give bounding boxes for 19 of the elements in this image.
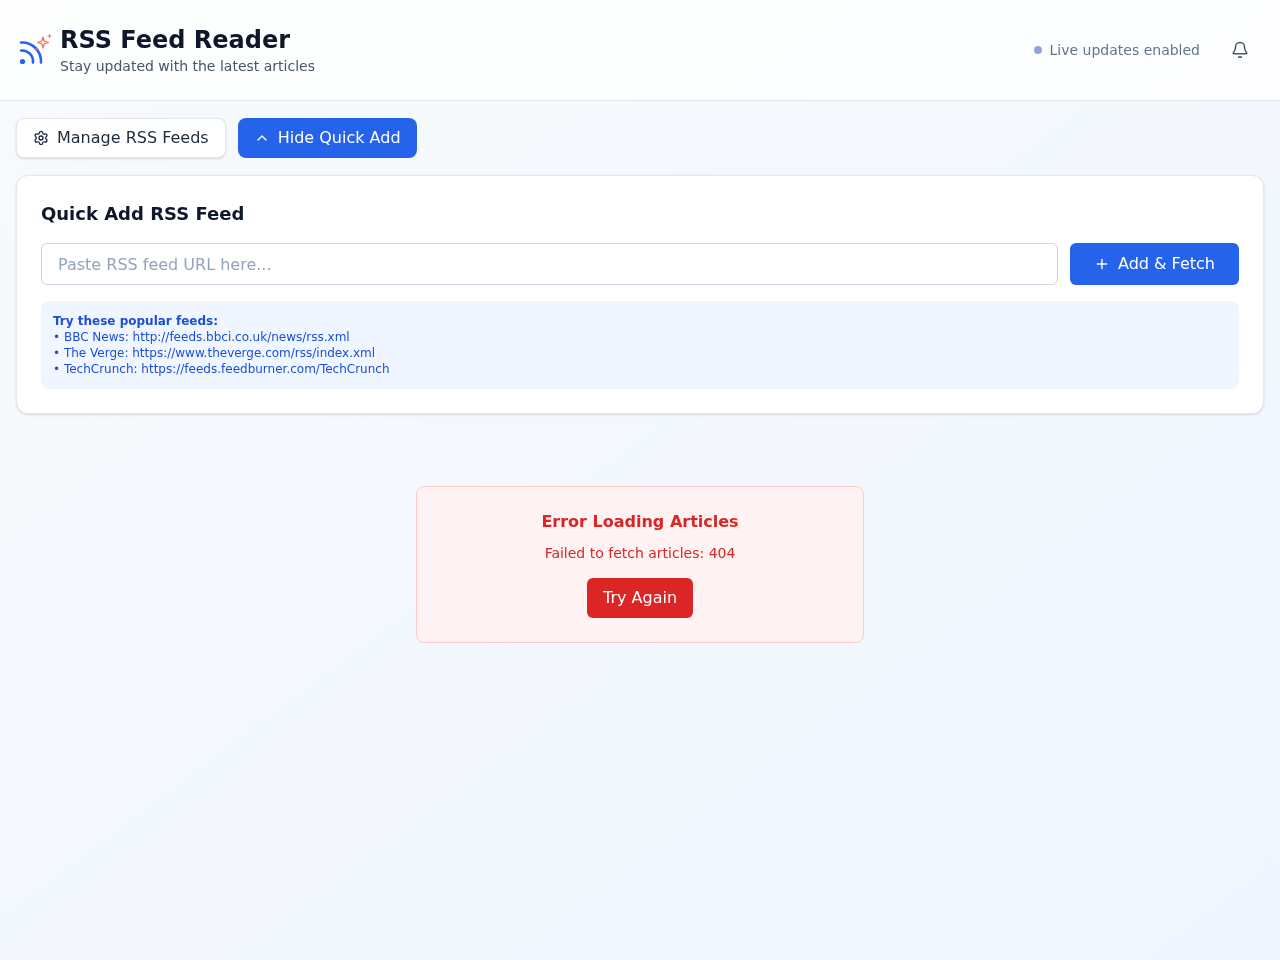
hide-quick-add-button[interactable]: Hide Quick Add [237, 118, 417, 158]
rss-sparkle-icon [18, 33, 52, 67]
try-again-button[interactable]: Try Again [586, 578, 693, 618]
error-message: Failed to fetch articles: 404 [544, 544, 736, 563]
settings-icon [33, 130, 49, 146]
app-title: RSS Feed Reader [60, 25, 292, 56]
live-status-text: Live updates enabled [1049, 41, 1200, 60]
app-subtitle: Stay updated with the latest articles [60, 57, 315, 76]
plus-icon [1094, 256, 1110, 272]
feed-suggestion: • BBC News: http://feeds.bbci.co.uk/news/rss.xml [53, 329, 351, 345]
manage-feeds-button[interactable]: Manage RSS Feeds [16, 118, 226, 158]
bell-icon [1231, 41, 1249, 59]
feed-url-input[interactable]: Paste RSS feed URL here... [41, 243, 1058, 285]
quick-add-title: Quick Add RSS Feed [41, 202, 246, 226]
add-fetch-button[interactable]: Add & Fetch [1070, 243, 1239, 285]
feed-suggestion: • TechCrunch: https://feeds.feedburner.com/TechCrunch [53, 361, 391, 377]
feed-suggestion: • The Verge: https://www.theverge.com/rss/index.xml [53, 345, 377, 361]
error-title: Error Loading Articles [541, 512, 739, 532]
suggestions-heading: Try these popular feeds: [53, 313, 219, 329]
